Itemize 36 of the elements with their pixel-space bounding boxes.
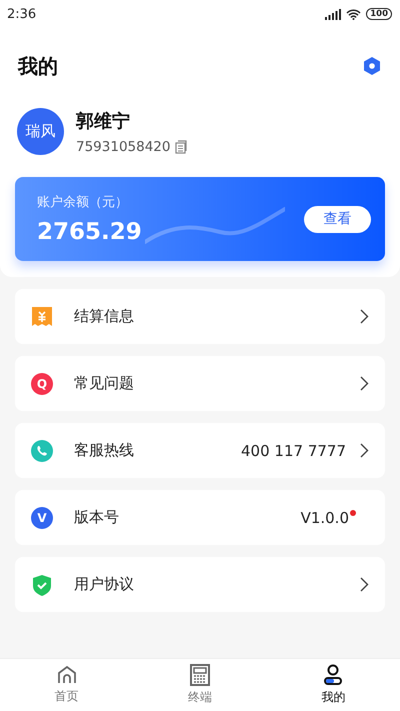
signal-icon [325, 8, 342, 20]
calculator-icon [190, 664, 210, 686]
user-name: 郭维宁 [76, 110, 131, 132]
menu-item[interactable]: V 版本号 V1.0.0 [15, 490, 385, 545]
menu-item[interactable]: 客服热线 400 117 7777 [15, 423, 385, 478]
tab[interactable]: 首页 [0, 659, 134, 711]
tab[interactable]: 终端 [133, 659, 267, 711]
menu-item[interactable]: 结算信息 [15, 289, 385, 344]
view-button[interactable]: 查看 [304, 206, 371, 232]
account-number: 75931058420 [76, 138, 170, 154]
receipt-icon [31, 306, 53, 328]
tab[interactable]: 我的 [266, 659, 400, 711]
person-icon [323, 664, 344, 686]
balance-amount: 2765.29 [37, 219, 142, 245]
letter-icon: V [31, 506, 53, 528]
menu-value: 400 117 7777 [241, 442, 346, 460]
menu-label: 客服热线 [74, 441, 135, 460]
avatar: 瑞风 [17, 108, 64, 155]
menu-label: 结算信息 [74, 307, 135, 326]
letter-icon: Q [31, 372, 53, 394]
menu-label: 常见问题 [74, 374, 135, 393]
home-icon [56, 665, 77, 685]
menu-value: V1.0.0 [300, 508, 349, 526]
status-time: 2:36 [7, 6, 36, 22]
menu-label: 版本号 [74, 508, 120, 527]
menu-label: 用户协议 [74, 575, 135, 594]
phone-icon [31, 440, 53, 462]
copy-icon[interactable] [175, 140, 188, 154]
shield-icon [31, 574, 53, 596]
battery-level: 100 [366, 8, 392, 20]
page-title: 我的 [18, 52, 58, 80]
wifi-icon [346, 8, 362, 20]
menu-item[interactable]: 用户协议 [15, 557, 385, 612]
menu-item[interactable]: Q 常见问题 [15, 356, 385, 411]
balance-label: 账户余额（元） [37, 194, 129, 211]
settings-icon[interactable] [362, 56, 382, 76]
